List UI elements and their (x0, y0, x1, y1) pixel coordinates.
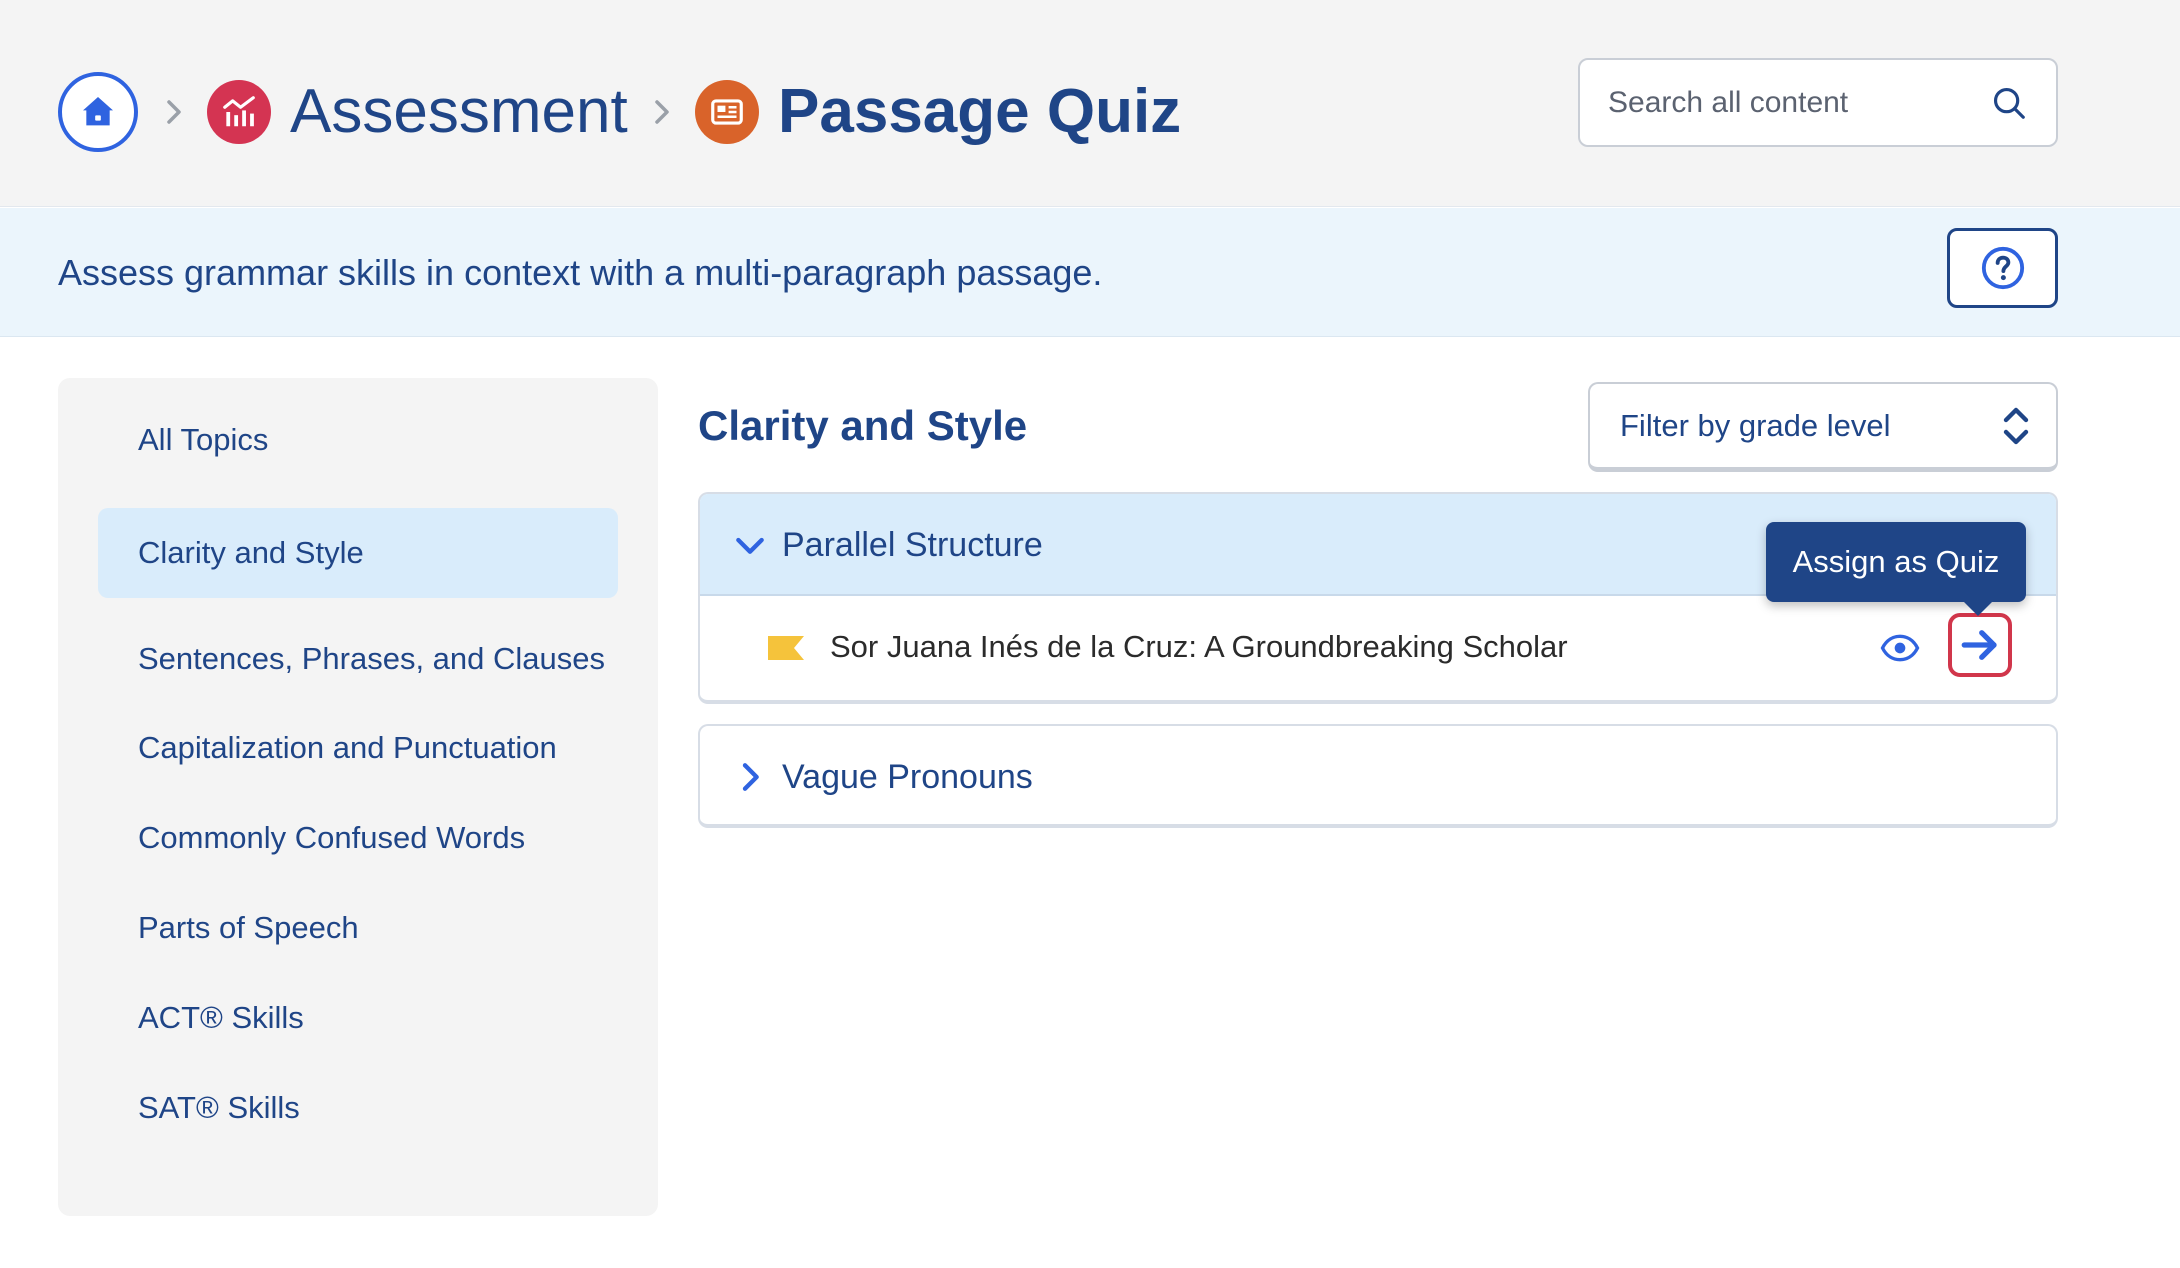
home-button[interactable] (58, 72, 138, 152)
home-icon (83, 97, 113, 126)
topics-sidebar: All Topics Clarity and Style Sentences, … (58, 378, 658, 1216)
chevron-right-icon (742, 763, 759, 791)
sidebar-item-act-skills[interactable]: ACT® Skills (98, 982, 618, 1054)
breadcrumb-assessment-link[interactable]: Assessment (290, 74, 628, 150)
assessment-chart-icon (207, 80, 271, 144)
sidebar-item-clarity-and-style[interactable]: Clarity and Style (98, 508, 618, 598)
breadcrumb-separator-icon (650, 92, 674, 132)
sidebar-item-sentences-phrases-clauses[interactable]: Sentences, Phrases, and Clauses (98, 614, 618, 704)
grade-level-filter[interactable]: Filter by grade level (1588, 382, 2058, 472)
assign-quiz-button[interactable] (1948, 613, 2012, 677)
sidebar-item-commonly-confused-words[interactable]: Commonly Confused Words (98, 802, 618, 874)
filter-label: Filter by grade level (1620, 408, 1891, 443)
assign-quiz-tooltip: Assign as Quiz (1766, 522, 2026, 616)
activity-title[interactable]: Sor Juana Inés de la Cruz: A Groundbreak… (830, 627, 1568, 667)
chevron-down-icon (736, 537, 764, 554)
section-title: Clarity and Style (698, 402, 1028, 449)
page-description: Assess grammar skills in context with a … (58, 252, 1103, 293)
page-header: Assessment Passage Quiz (0, 0, 2180, 207)
sidebar-item-sat-skills[interactable]: SAT® Skills (98, 1072, 618, 1144)
search-input[interactable] (1608, 60, 1988, 145)
question-icon (1981, 246, 2024, 290)
search-box (1578, 58, 2058, 147)
help-button[interactable] (1947, 228, 2058, 308)
search-icon[interactable] (1990, 84, 2028, 122)
sidebar-item-all-topics[interactable]: All Topics (98, 404, 618, 476)
topic-group-vague-pronouns: Vague Pronouns (698, 724, 2058, 828)
page-title: Passage Quiz (778, 77, 1182, 146)
arrow-right-icon (1961, 630, 1997, 660)
activity-row: Sor Juana Inés de la Cruz: A Groundbreak… (700, 596, 2056, 700)
description-banner: Assess grammar skills in context with a … (0, 208, 2180, 337)
preview-button[interactable] (1878, 626, 1922, 670)
group-title: Vague Pronouns (782, 758, 1033, 796)
sidebar-item-capitalization-punctuation[interactable]: Capitalization and Punctuation (98, 712, 618, 784)
group-title: Parallel Structure (782, 526, 1043, 564)
group-header[interactable]: Vague Pronouns (700, 726, 2056, 824)
breadcrumb-separator-icon (162, 92, 186, 132)
passage-newspaper-icon (695, 80, 759, 144)
sidebar-item-parts-of-speech[interactable]: Parts of Speech (98, 892, 618, 964)
eye-icon (1880, 634, 1920, 662)
sort-arrows-icon (2003, 407, 2029, 445)
flag-icon (768, 636, 804, 660)
